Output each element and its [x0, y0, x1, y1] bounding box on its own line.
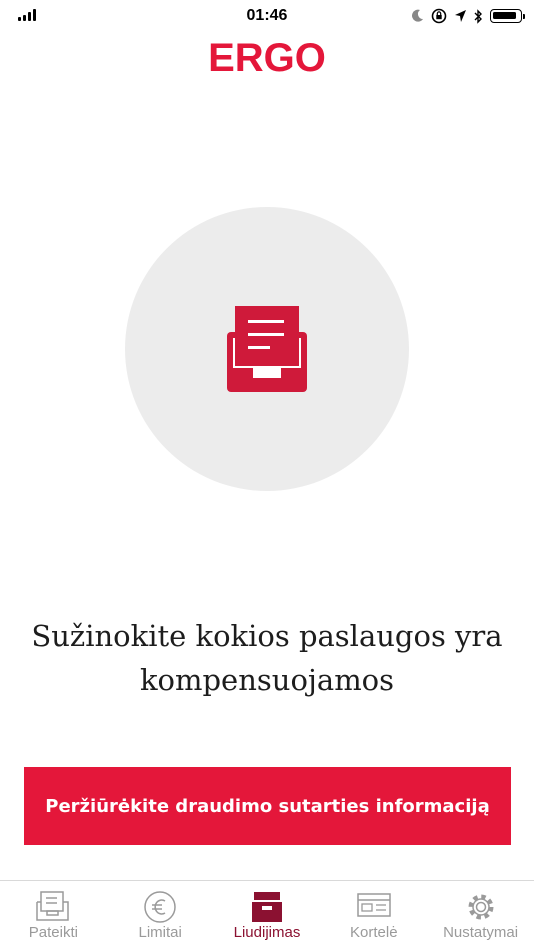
ergo-logo: ERGO — [208, 36, 326, 80]
location-arrow-icon — [455, 10, 466, 22]
euro-icon — [144, 891, 176, 923]
status-icons — [411, 8, 525, 24]
headline-line-2: kompensuojamos — [139, 663, 395, 697]
moon-icon — [412, 9, 423, 22]
tab-label: Limitai — [138, 924, 182, 941]
headline-line-1: Sužinokite kokios paslaugos yra — [31, 619, 503, 653]
certificate-box-icon — [251, 892, 282, 922]
bluetooth-icon — [474, 8, 482, 24]
tab-label: Pateikti — [28, 924, 78, 941]
tab-limitai[interactable]: Limitai — [107, 881, 214, 951]
tab-kortele[interactable]: Kortelė — [320, 881, 427, 951]
card-icon — [357, 893, 391, 917]
tab-pateikti[interactable]: Pateikti — [0, 881, 107, 951]
view-policy-info-button[interactable]: Peržiūrėkite draudimo sutarties informac… — [24, 767, 511, 845]
headline: Sužinokite kokios paslaugos yra kompensu… — [20, 614, 514, 702]
rotation-lock-icon — [431, 8, 447, 24]
tab-label: Kortelė — [350, 924, 398, 941]
tab-nustatymai[interactable]: Nustatymai — [427, 881, 534, 951]
submit-tray-icon — [36, 891, 70, 921]
document-tray-icon — [227, 306, 307, 392]
tab-bar: Pateikti Limitai Liudijimas Kortelė Nust… — [0, 880, 534, 951]
tab-label: Liudijimas — [233, 924, 301, 941]
status-bar: 01:46 — [0, 0, 534, 32]
tab-label: Nustatymai — [443, 924, 519, 941]
tab-liudijimas[interactable]: Liudijimas — [214, 881, 321, 951]
gear-icon — [468, 894, 494, 920]
battery-icon — [490, 9, 525, 23]
